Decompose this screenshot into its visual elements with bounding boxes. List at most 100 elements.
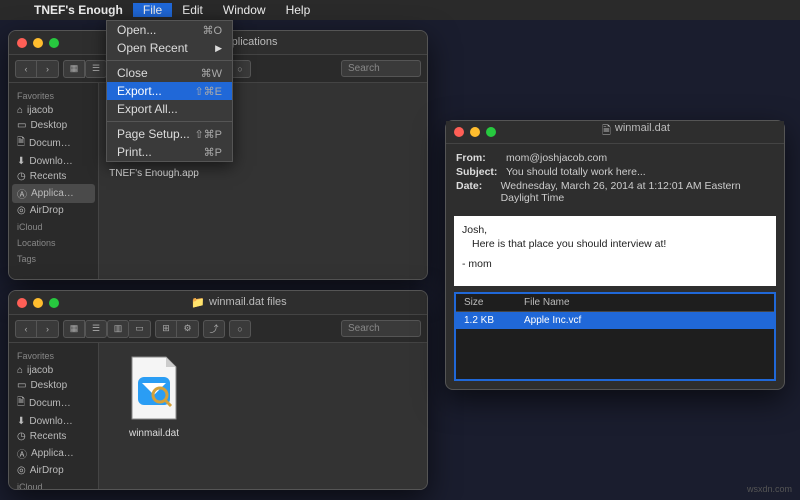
desktop-icon: ▭ — [17, 120, 26, 131]
sidebar-item-applications[interactable]: ⒶApplica… — [12, 184, 95, 203]
file-item-dat[interactable]: winmail.dat — [109, 353, 199, 439]
email-headers: From:mom@joshjacob.com Subject:You shoul… — [446, 144, 784, 212]
sidebar-item-downloads[interactable]: ⬇Downlo… — [9, 414, 98, 429]
download-icon: ⬇ — [17, 156, 25, 167]
view-list-button[interactable]: ☰ — [85, 60, 107, 78]
menu-separator — [107, 121, 232, 122]
sidebar-heading-tags: Tags — [9, 250, 98, 266]
sidebar-item-airdrop[interactable]: ◎AirDrop — [9, 203, 98, 218]
sidebar-heading-favorites: Favorites — [9, 347, 98, 363]
menu-item-print[interactable]: Print...⌘P — [107, 143, 232, 161]
menu-window[interactable]: Window — [213, 3, 276, 17]
desktop-icon: ▭ — [17, 380, 26, 391]
zoom-icon[interactable] — [486, 127, 496, 137]
app-icon: Ⓐ — [17, 446, 27, 461]
sidebar-item-downloads[interactable]: ⬇Downlo… — [9, 154, 98, 169]
app-name[interactable]: TNEF's Enough — [24, 3, 133, 17]
home-icon: ⌂ — [17, 365, 23, 376]
sidebar-item-recents[interactable]: ◷Recents — [9, 429, 98, 444]
tags-button[interactable]: ○ — [229, 320, 251, 338]
back-button[interactable]: ‹ — [15, 320, 37, 338]
menu-item-open[interactable]: Open...⌘O — [107, 21, 232, 39]
file-grid[interactable]: winmail.dat — [99, 343, 427, 489]
action-button[interactable]: ⚙ — [177, 320, 199, 338]
menu-edit[interactable]: Edit — [172, 3, 213, 17]
group-button[interactable]: ⊞ — [155, 320, 177, 338]
sidebar-item-documents[interactable]: 🗎Docum… — [9, 393, 98, 414]
view-gallery-button[interactable]: ▭ — [129, 320, 151, 338]
body-line: Here is that place you should interview … — [462, 238, 768, 250]
file-label: winmail.dat — [129, 428, 179, 439]
clock-icon: ◷ — [17, 431, 26, 442]
view-list-button[interactable]: ☰ — [85, 320, 107, 338]
folder-icon: 📁 — [191, 296, 205, 309]
titlebar[interactable]: 📁 winmail.dat files — [9, 291, 427, 315]
cell-size: 1.2 KB — [464, 315, 524, 326]
from-value: mom@joshjacob.com — [506, 152, 607, 164]
col-filename[interactable]: File Name — [524, 297, 570, 308]
app-icon: Ⓐ — [17, 186, 27, 201]
sidebar-item-ijacob[interactable]: ⌂ijacob — [9, 103, 98, 118]
email-body[interactable]: Josh, Here is that place you should inte… — [454, 216, 776, 286]
airdrop-icon: ◎ — [17, 205, 26, 216]
menu-separator — [107, 60, 232, 61]
sidebar-item-recents[interactable]: ◷Recents — [9, 169, 98, 184]
close-icon[interactable] — [17, 298, 27, 308]
minimize-icon[interactable] — [33, 298, 43, 308]
sidebar-heading-icloud: iCloud — [9, 478, 98, 489]
sidebar: Favorites ⌂ijacob ▭Desktop 🗎Docum… ⬇Down… — [9, 343, 99, 489]
watermark: wsxdn.com — [747, 484, 792, 494]
zoom-icon[interactable] — [49, 38, 59, 48]
menu-item-page-setup[interactable]: Page Setup...⇧⌘P — [107, 125, 232, 143]
subject-value: You should totally work here... — [506, 166, 646, 178]
submenu-arrow-icon: ▶ — [215, 43, 222, 54]
sidebar-item-ijacob[interactable]: ⌂ijacob — [9, 363, 98, 378]
search-input[interactable]: Search — [341, 320, 421, 337]
minimize-icon[interactable] — [33, 38, 43, 48]
menu-item-close[interactable]: Close⌘W — [107, 64, 232, 82]
window-title: winmail.dat files — [209, 296, 287, 309]
body-line: Josh, — [462, 224, 768, 236]
menu-help[interactable]: Help — [276, 3, 321, 17]
close-icon[interactable] — [17, 38, 27, 48]
back-button[interactable]: ‹ — [15, 60, 37, 78]
body-line: - mom — [462, 258, 768, 270]
table-empty-area[interactable] — [456, 329, 774, 379]
menu-item-export-all[interactable]: Export All... — [107, 100, 232, 118]
view-icon-button[interactable]: ▦ — [63, 320, 85, 338]
attachment-row[interactable]: 1.2 KB Apple Inc.vcf — [456, 312, 774, 329]
sidebar-item-desktop[interactable]: ▭Desktop — [9, 378, 98, 393]
tnef-document-window: 🗎winmail.dat From:mom@joshjacob.com Subj… — [445, 120, 785, 390]
minimize-icon[interactable] — [470, 127, 480, 137]
home-icon: ⌂ — [17, 105, 23, 116]
table-header: Size File Name — [456, 294, 774, 312]
forward-button[interactable]: › — [37, 60, 59, 78]
sidebar-item-airdrop[interactable]: ◎AirDrop — [9, 463, 98, 478]
sidebar-item-documents[interactable]: 🗎Docum… — [9, 133, 98, 154]
titlebar[interactable]: 🗎winmail.dat — [446, 121, 784, 144]
share-button[interactable]: ⤴ — [203, 320, 225, 338]
close-icon[interactable] — [454, 127, 464, 137]
menu-file[interactable]: File — [133, 3, 172, 17]
sidebar-item-applications[interactable]: ⒶApplica… — [9, 444, 98, 463]
zoom-icon[interactable] — [49, 298, 59, 308]
from-label: From: — [456, 152, 506, 164]
toolbar: ‹› ▦☰▥▭ ⊞⚙ ⤴ ○ Search — [9, 315, 427, 343]
menubar: TNEF's Enough File Edit Window Help — [0, 0, 800, 20]
view-column-button[interactable]: ▥ — [107, 320, 129, 338]
sidebar-heading-icloud: iCloud — [9, 218, 98, 234]
menu-item-export[interactable]: Export...⇧⌘E — [107, 82, 232, 100]
search-input[interactable]: Search — [341, 60, 421, 77]
col-size[interactable]: Size — [464, 297, 524, 308]
file-dropdown: Open...⌘O Open Recent▶ Close⌘W Export...… — [106, 20, 233, 162]
forward-button[interactable]: › — [37, 320, 59, 338]
sidebar-heading-locations: Locations — [9, 234, 98, 250]
menu-item-open-recent[interactable]: Open Recent▶ — [107, 39, 232, 57]
view-icon-button[interactable]: ▦ — [63, 60, 85, 78]
sidebar-item-desktop[interactable]: ▭Desktop — [9, 118, 98, 133]
clock-icon: ◷ — [17, 171, 26, 182]
cell-filename: Apple Inc.vcf — [524, 315, 581, 326]
airdrop-icon: ◎ — [17, 465, 26, 476]
download-icon: ⬇ — [17, 416, 25, 427]
file-label: TNEF's Enough.app — [109, 168, 199, 179]
